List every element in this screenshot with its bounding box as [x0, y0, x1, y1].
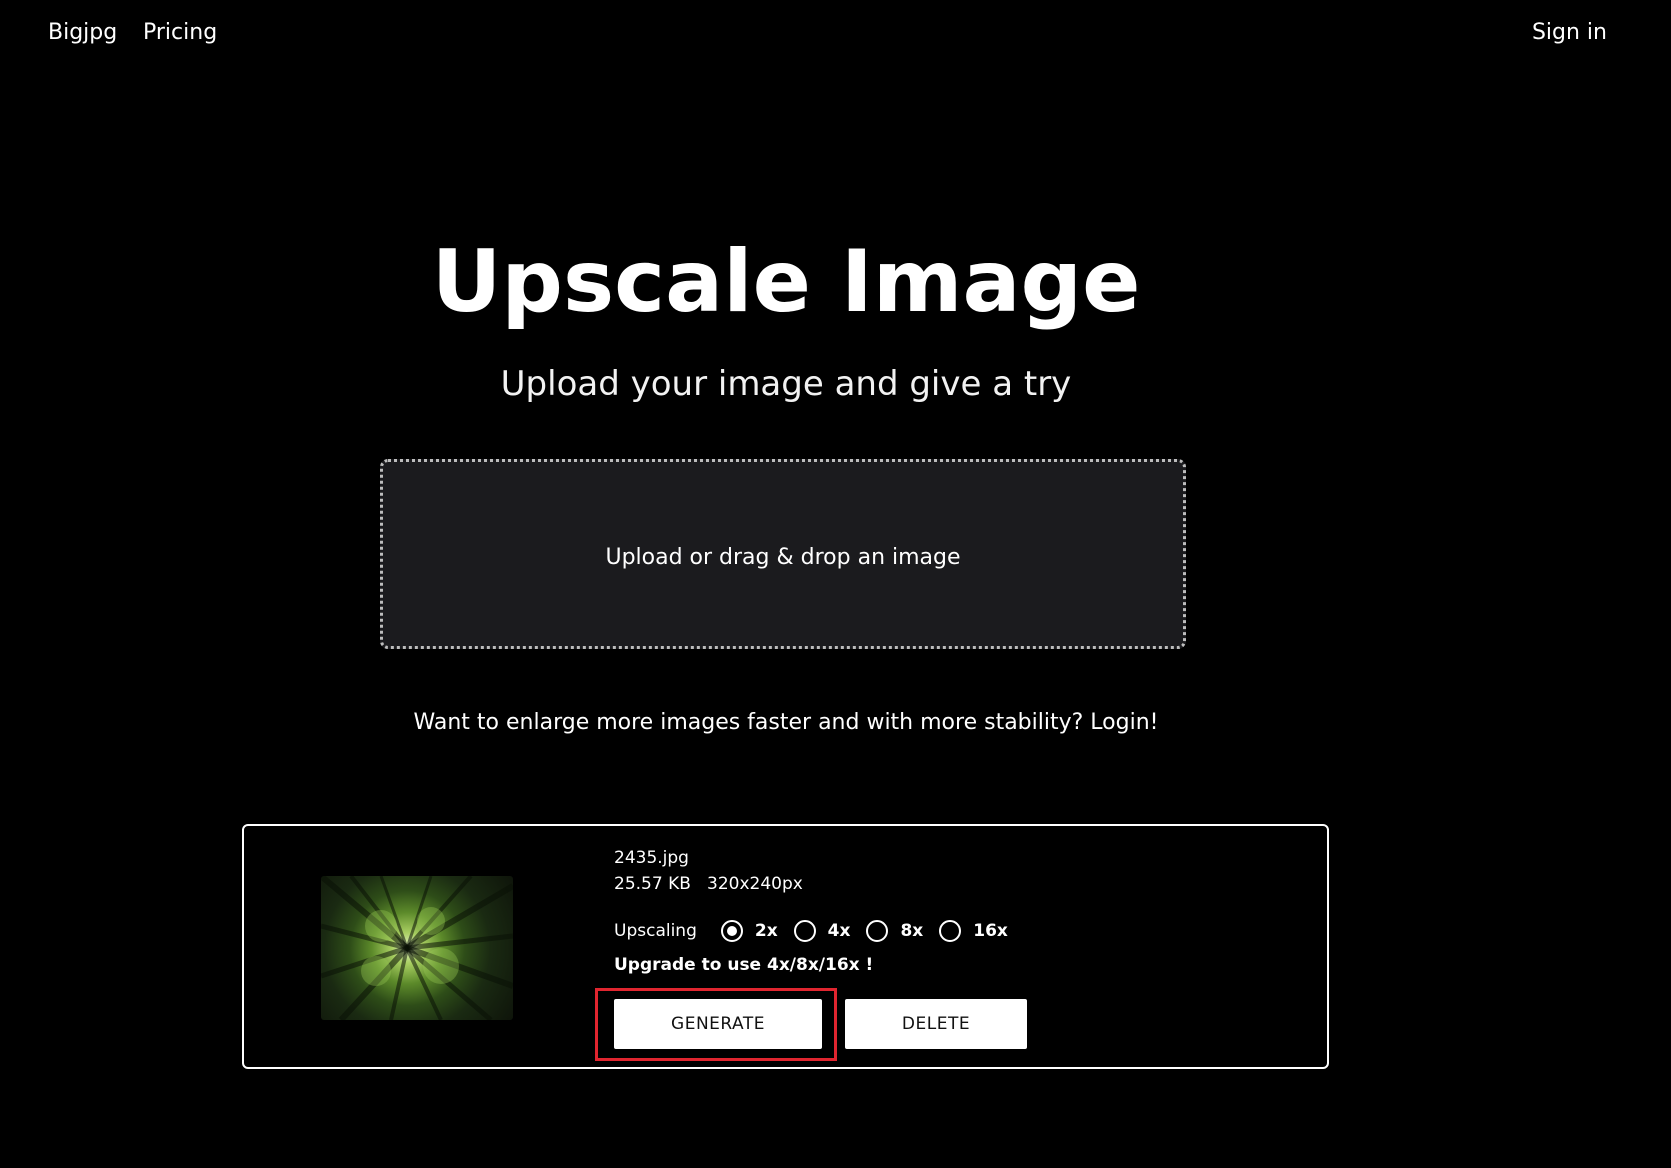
top-nav: Bigjpg Pricing Sign in — [0, 0, 1671, 76]
delete-button[interactable]: DELETE — [845, 999, 1027, 1049]
upscale-option-8x[interactable]: 8x — [866, 920, 923, 942]
upscale-option-2x[interactable]: 2x — [720, 920, 778, 942]
forest-canopy-image — [321, 876, 513, 1020]
login-promo[interactable]: Want to enlarge more images faster and w… — [0, 710, 1572, 735]
upscaling-label: Upscaling — [614, 921, 697, 941]
image-thumbnail — [321, 876, 513, 1020]
login-promo-text[interactable]: Want to enlarge more images faster and w… — [414, 710, 1159, 735]
upscale-option-label: 8x — [900, 921, 924, 941]
upscale-option-4x[interactable]: 4x — [793, 920, 851, 942]
radio-unchecked-icon[interactable] — [939, 920, 962, 942]
upgrade-note: Upgrade to use 4x/8x/16x ! — [614, 955, 874, 975]
page-subtitle: Upload your image and give a try — [500, 364, 1072, 404]
upscale-option-label: 2x — [754, 921, 778, 941]
radio-checked-icon[interactable] — [720, 920, 743, 942]
file-name: 2435.jpg — [614, 848, 689, 868]
signin-link[interactable]: Sign in — [1532, 20, 1607, 45]
brand-link[interactable]: Bigjpg — [48, 20, 117, 45]
pricing-link[interactable]: Pricing — [143, 20, 217, 45]
upscaling-options: Upscaling 2x 4x 8x 16x — [614, 918, 1024, 944]
radio-unchecked-icon[interactable] — [866, 920, 889, 942]
upscale-option-label: 4x — [827, 921, 851, 941]
upload-job-card: 2435.jpg 25.57 KB 320x240px Upscaling 2x… — [242, 824, 1329, 1069]
radio-unchecked-icon[interactable] — [793, 920, 816, 942]
generate-button[interactable]: GENERATE — [614, 999, 822, 1049]
upload-dropzone[interactable]: Upload or drag & drop an image — [380, 459, 1186, 649]
dropzone-label: Upload or drag & drop an image — [605, 545, 961, 570]
file-size: 25.57 KB — [614, 874, 691, 894]
page-title: Upscale Image — [431, 232, 1141, 332]
upscale-option-label: 16x — [973, 921, 1008, 941]
upscale-option-16x[interactable]: 16x — [939, 920, 1008, 942]
file-dimensions: 320x240px — [707, 874, 803, 894]
